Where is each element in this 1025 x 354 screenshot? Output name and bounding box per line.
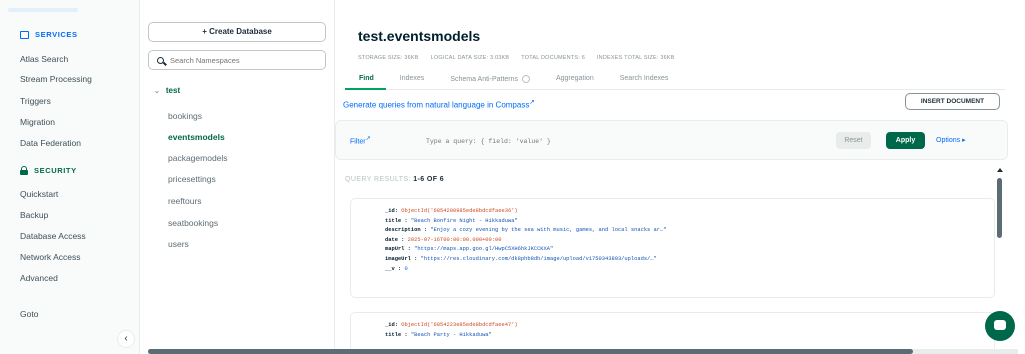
nav-item-quickstart[interactable]: Quickstart xyxy=(20,189,58,199)
nav-item-database-access[interactable]: Database Access xyxy=(20,231,86,241)
nav-item-data-federation[interactable]: Data Federation xyxy=(20,138,81,148)
collection-item-bookings[interactable]: bookings xyxy=(168,111,202,121)
document-field: description : "Enjoy a cozy evening by t… xyxy=(385,227,667,234)
namespace-search-input[interactable] xyxy=(170,55,320,65)
nav-item-migration[interactable]: Migration xyxy=(20,117,55,127)
main-content: test.eventsmodels STORAGE SIZE: 36KB LOG… xyxy=(335,0,1025,354)
nav-section-security: SECURITY xyxy=(20,166,77,175)
page-title: test.eventsmodels xyxy=(358,28,481,44)
collection-item-pricesettings[interactable]: pricesettings xyxy=(168,174,216,184)
scroll-up-icon[interactable] xyxy=(997,168,1003,172)
database-item-test[interactable]: ⌄ test xyxy=(154,86,180,95)
document-field: title : "Beach Party - Hikkaduwa" xyxy=(385,331,492,338)
database-name: test xyxy=(165,86,181,95)
filter-label: Filter xyxy=(350,138,366,146)
insert-document-button[interactable]: INSERT DOCUMENT xyxy=(905,93,1000,110)
services-icon xyxy=(20,30,29,39)
tab-aggregation[interactable]: Aggregation xyxy=(542,70,606,90)
nav-item-triggers[interactable]: Triggers xyxy=(20,96,51,106)
external-link-icon: ↗ xyxy=(529,99,535,106)
external-link-icon: ↗ xyxy=(365,136,371,142)
document-field: _id: ObjectId('6854223e85ede8bdcdfaee47'… xyxy=(385,322,518,328)
query-results-label: QUERY RESULTS: 1-6 OF 6 xyxy=(345,176,444,183)
collection-item-packagemodels[interactable]: packagemodels xyxy=(168,153,228,163)
document-card[interactable]: _id: ObjectId('6854223e85ede8bdcdfaee47'… xyxy=(350,312,995,354)
collection-item-users[interactable]: users xyxy=(168,239,189,249)
document-field: date : 2025-07-16T00:00:00.000+00:00 xyxy=(385,236,502,243)
horizontal-scrollbar[interactable] xyxy=(148,349,1018,354)
natural-language-query-label: Generate queries from natural language i… xyxy=(343,100,530,110)
collapse-nav-button[interactable]: ‹ xyxy=(117,330,135,348)
collection-item-eventsmodels[interactable]: eventsmodels xyxy=(168,132,225,142)
natural-language-query-link[interactable]: Generate queries from natural language i… xyxy=(343,98,535,110)
nav-section-services-label: SERVICES xyxy=(35,30,78,39)
query-bar: Filter↗ Reset Apply Options ▸ xyxy=(335,120,1008,160)
collection-stats: STORAGE SIZE: 36KB LOGICAL DATA SIZE: 3.… xyxy=(358,55,675,61)
document-field: title : "Beach Bonfire Night - Hikkaduwa… xyxy=(385,217,518,224)
stat-logical-data-size: LOGICAL DATA SIZE: 3.03KB xyxy=(430,55,510,61)
query-results-prefix: QUERY RESULTS: xyxy=(345,176,414,183)
create-database-button[interactable]: + Create Database xyxy=(148,22,326,42)
stat-total-documents: TOTAL DOCUMENTS: 6 xyxy=(521,55,585,61)
apply-button[interactable]: Apply xyxy=(886,132,925,149)
left-navigation: SERVICES Atlas Search Stream Processing … xyxy=(0,0,140,354)
filter-link[interactable]: Filter↗ xyxy=(350,136,370,145)
info-icon xyxy=(521,75,530,83)
document-field: mapUrl : "https://maps.app.goo.gl/HwpC5X… xyxy=(385,246,554,253)
nav-item-advanced[interactable]: Advanced xyxy=(20,273,58,283)
database-panel: + Create Database ⌄ test bookings events… xyxy=(140,0,335,354)
document-card[interactable]: _id: ObjectId('6854200985ede8bdcdfaee36'… xyxy=(350,198,995,298)
nav-section-services: SERVICES xyxy=(20,30,78,39)
tab-search-indexes[interactable]: Search Indexes xyxy=(606,70,681,90)
document-field: __v : 0 xyxy=(385,265,408,272)
options-toggle[interactable]: Options ▸ xyxy=(936,136,966,144)
collection-item-seatbookings[interactable]: seatbookings xyxy=(168,218,218,228)
stat-indexes-size: INDEXES TOTAL SIZE: 36KB xyxy=(596,55,675,61)
lock-icon xyxy=(20,166,28,175)
nav-item-stream-processing[interactable]: Stream Processing xyxy=(20,74,92,84)
tab-schema-anti-patterns[interactable]: Schema Anti-Patterns xyxy=(436,70,542,90)
tab-schema-anti-patterns-label: Schema Anti-Patterns xyxy=(450,75,519,83)
nav-item-atlas-search[interactable]: Atlas Search xyxy=(20,54,68,64)
query-input[interactable] xyxy=(426,134,846,148)
reset-button[interactable]: Reset xyxy=(836,132,871,149)
stat-storage-size: STORAGE SIZE: 36KB xyxy=(358,55,419,61)
nav-section-security-label: SECURITY xyxy=(34,166,77,175)
tab-indexes[interactable]: Indexes xyxy=(386,70,437,90)
query-results-count: 1-6 OF 6 xyxy=(413,176,445,183)
tab-find[interactable]: Find xyxy=(345,70,386,90)
scroll-thumb[interactable] xyxy=(997,178,1002,238)
search-icon xyxy=(157,56,164,64)
chevron-down-icon: ⌄ xyxy=(154,87,160,95)
nav-item-backup[interactable]: Backup xyxy=(20,210,48,220)
chat-icon[interactable] xyxy=(985,311,1015,341)
nav-item-network-access[interactable]: Network Access xyxy=(20,252,80,262)
collection-item-reeftours[interactable]: reeftours xyxy=(168,196,202,206)
document-field: _id: ObjectId('6854200985ede8bdcdfaee36'… xyxy=(385,208,518,214)
nav-item-goto[interactable]: Goto xyxy=(20,309,38,319)
nav-top-indicator xyxy=(8,8,78,12)
collection-tabs: Find Indexes Schema Anti-Patterns Aggreg… xyxy=(345,70,1005,90)
document-field: imageUrl : "https://res.cloudinary.com/d… xyxy=(385,255,657,262)
namespace-search[interactable] xyxy=(148,50,326,70)
horizontal-scroll-thumb[interactable] xyxy=(148,349,913,354)
